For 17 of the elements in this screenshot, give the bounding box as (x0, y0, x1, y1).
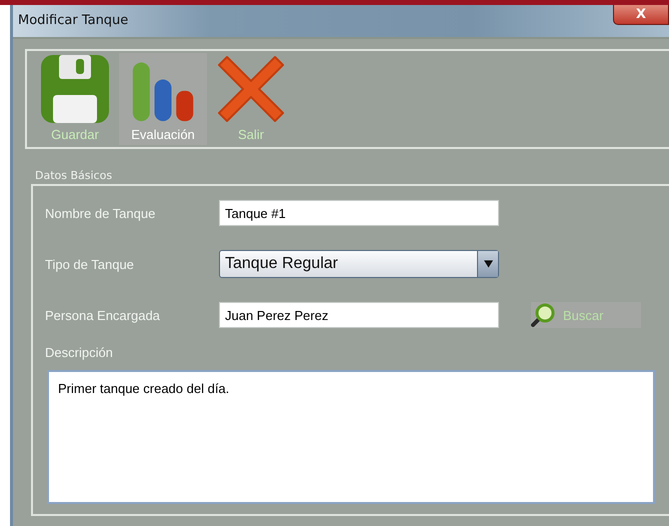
toolbar-button[interactable]: Salir (207, 53, 295, 145)
field-label: Persona Encargada (45, 308, 161, 322)
field-label: Descripción (45, 345, 114, 360)
section-title: Datos Básicos (35, 169, 114, 182)
text-field[interactable]: Tanque #1 (219, 200, 499, 226)
toolbar-button[interactable]: Guardar (31, 53, 119, 145)
toolbar-button[interactable]: Evaluación (119, 53, 207, 145)
dropdown[interactable]: Tanque Regular (219, 250, 499, 278)
window-title: Modificar Tanque (17, 12, 128, 28)
search-icon (531, 303, 555, 327)
field-label: Tipo de Tanque (45, 256, 135, 272)
dropdown-arrow-icon (484, 260, 492, 268)
close-x-icon (217, 55, 285, 123)
text-field[interactable]: Juan Perez Perez (219, 302, 499, 328)
field-label: Nombre de Tanque (45, 206, 156, 220)
description-field[interactable]: Primer tanque creado del día. (47, 370, 655, 504)
close-button[interactable]: X (613, 5, 669, 25)
